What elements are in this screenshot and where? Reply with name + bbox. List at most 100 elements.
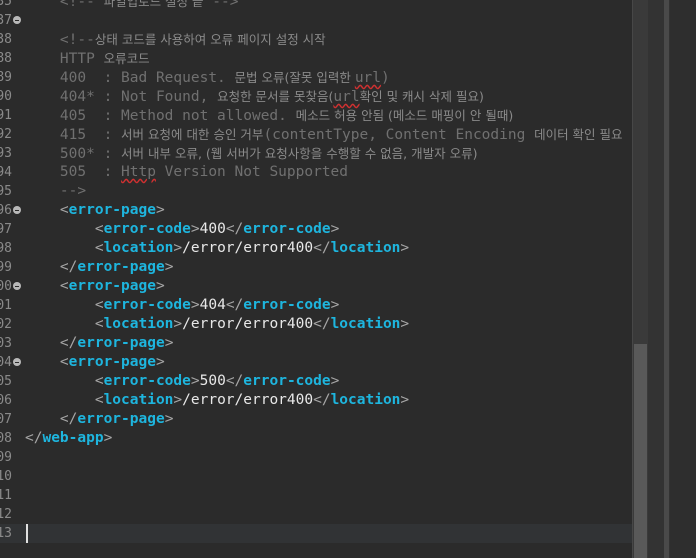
code-text: <error-code>500</error-code> <box>25 372 340 391</box>
code-token: > <box>164 411 174 427</box>
code-token: <!-- <box>25 0 104 10</box>
code-line[interactable]: 98 <location>/error/error400</location> <box>0 239 632 258</box>
code-line[interactable]: 95 --> <box>0 182 632 201</box>
code-text: 500* : 서버 내부 오류, (웹 서버가 요청사항을 수행할 수 없음, … <box>25 144 478 164</box>
code-line[interactable]: 06 <location>/error/error400</location> <box>0 391 632 410</box>
code-token: </ <box>225 373 244 389</box>
code-token: /error/error400 <box>182 316 314 332</box>
overview-ruler <box>670 0 696 558</box>
code-token: error-page <box>68 278 156 294</box>
code-line[interactable]: 00 <error-page> <box>0 277 632 296</box>
code-line[interactable]: 94 505 : Http Version Not Supported <box>0 163 632 182</box>
code-token: > <box>330 297 340 313</box>
code-line[interactable]: 88 HTTP 오류코드 <box>0 49 632 68</box>
fold-toggle-icon[interactable] <box>13 16 21 24</box>
code-token: < <box>94 297 104 313</box>
code-line[interactable]: 01 <error-code>404</error-code> <box>0 296 632 315</box>
code-token: 400 : Bad Request. <box>25 70 235 86</box>
fold-toggle-icon[interactable] <box>13 282 21 290</box>
code-token: > <box>155 202 165 218</box>
code-token: > <box>400 392 410 408</box>
code-token: error-code <box>103 373 191 389</box>
fold-toggle-icon[interactable] <box>13 358 21 366</box>
line-number: 88 <box>0 51 12 66</box>
code-line[interactable]: 37 <box>0 11 632 30</box>
code-token: 서버 내부 오류, (웹 서버가 요청사항을 수행할 수 없음, 개발자 오류) <box>121 146 478 161</box>
code-token: error-code <box>243 373 331 389</box>
code-token: </ <box>225 297 244 313</box>
code-line[interactable]: 10 <box>0 467 632 486</box>
code-text: --> <box>25 182 86 201</box>
code-token: > <box>190 373 200 389</box>
code-line[interactable]: 12 <box>0 505 632 524</box>
code-line[interactable]: 93 500* : 서버 내부 오류, (웹 서버가 요청사항을 수행할 수 없… <box>0 144 632 163</box>
code-token: 서버 요청에 대한 승인 거부 <box>121 127 264 142</box>
code-token: < <box>94 373 104 389</box>
code-token: > <box>400 240 410 256</box>
code-token: 상태 코드를 사용하여 오류 페이지 설정 시작 <box>94 32 326 47</box>
code-text: <error-code>404</error-code> <box>25 296 340 315</box>
code-token: > <box>103 430 113 446</box>
line-number: 08 <box>0 431 12 446</box>
code-line[interactable]: 05 <error-code>500</error-code> <box>0 372 632 391</box>
line-number: 11 <box>0 488 12 503</box>
code-token: > <box>155 278 165 294</box>
code-line[interactable]: 99 </error-page> <box>0 258 632 277</box>
code-line[interactable]: 35 <!-- 파일업로드 설정 끝 --> <box>0 0 632 11</box>
vertical-scrollbar[interactable] <box>632 0 648 558</box>
fold-toggle-icon[interactable] <box>13 206 21 214</box>
code-line[interactable]: 38 <!--상태 코드를 사용하여 오류 페이지 설정 시작 <box>0 30 632 49</box>
code-line[interactable]: 02 <location>/error/error400</location> <box>0 315 632 334</box>
current-code-line[interactable]: 13 <box>0 524 632 543</box>
code-token: </ <box>25 430 43 446</box>
code-line[interactable]: 08 </web-app> <box>0 429 632 448</box>
code-token: > <box>173 316 183 332</box>
code-token: 메소드 허용 안됨 (메소드 매핑이 안 될때) <box>295 108 514 123</box>
scrollbar-thumb[interactable] <box>634 344 647 558</box>
code-text: </error-page> <box>25 334 174 353</box>
code-line[interactable]: 96 <error-page> <box>0 201 632 220</box>
code-line[interactable]: 89 400 : Bad Request. 문법 오류(잘못 입력한 url) <box>0 68 632 87</box>
panel-divider[interactable] <box>664 0 669 558</box>
code-line[interactable]: 09 <box>0 448 632 467</box>
code-token: (contentType, Content Encoding <box>263 127 535 143</box>
code-text: 415 : 서버 요청에 대한 승인 거부(contentType, Conte… <box>25 125 623 145</box>
code-line[interactable]: 07 </error-page> <box>0 410 632 429</box>
line-number: 01 <box>0 298 12 313</box>
code-line[interactable]: 03 </error-page> <box>0 334 632 353</box>
code-text: <!--상태 코드를 사용하여 오류 페이지 설정 시작 <box>25 30 326 50</box>
line-number: 09 <box>0 450 12 465</box>
code-line[interactable]: 97 <error-code>400</error-code> <box>0 220 632 239</box>
code-line[interactable]: 11 <box>0 486 632 505</box>
line-number: 99 <box>0 260 12 275</box>
code-token: location <box>103 392 174 408</box>
code-token: location <box>103 240 174 256</box>
code-line[interactable]: 92 415 : 서버 요청에 대한 승인 거부(contentType, Co… <box>0 125 632 144</box>
code-token: location <box>330 392 401 408</box>
code-token: < <box>94 240 104 256</box>
code-token: <!-- <box>25 32 95 48</box>
code-token: < <box>94 221 104 237</box>
code-editor[interactable]: 35 <!-- 파일업로드 설정 끝 --> 37 38 <!--상태 코드를 사용… <box>0 0 632 558</box>
code-line[interactable]: 91 405 : Method not allowed. 메소드 허용 안됨 (… <box>0 106 632 125</box>
code-token: > <box>155 354 165 370</box>
code-token: 500 <box>199 373 226 389</box>
line-number: 92 <box>0 127 12 142</box>
line-number: 89 <box>0 70 12 85</box>
line-number: 98 <box>0 241 12 256</box>
code-token: 500* : <box>25 146 122 162</box>
line-number: 07 <box>0 412 12 427</box>
code-token: 404* : Not Found, <box>25 89 218 105</box>
code-token: --> <box>203 0 239 10</box>
line-number: 97 <box>0 222 12 237</box>
code-text: <location>/error/error400</location> <box>25 315 409 334</box>
code-line[interactable]: 90 404* : Not Found, 요청한 문서를 못찾음(url확인 및… <box>0 87 632 106</box>
side-panel <box>648 0 696 558</box>
code-token: error-page <box>68 202 156 218</box>
code-line[interactable]: 04 <error-page> <box>0 353 632 372</box>
code-token: url <box>354 70 382 86</box>
